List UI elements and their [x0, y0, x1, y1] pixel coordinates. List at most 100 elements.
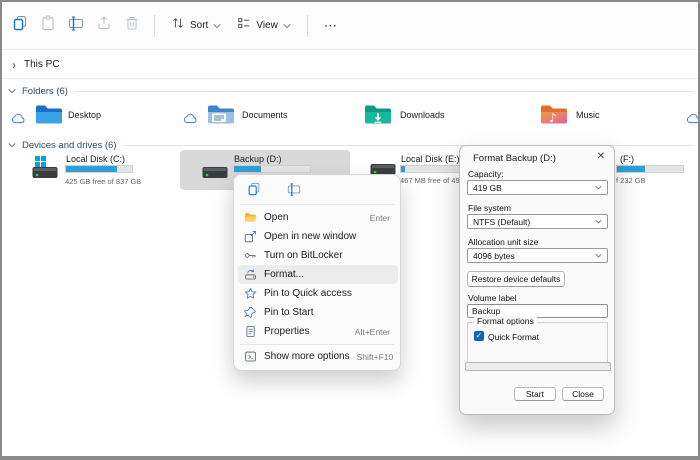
- quick-format-label: Quick Format: [488, 332, 539, 342]
- context-menu: Open Enter Open in new window Turn on Bi…: [233, 174, 401, 371]
- sort-label: Sort: [190, 20, 208, 31]
- menu-separator: [240, 344, 394, 345]
- copy-button[interactable]: [6, 12, 34, 40]
- menu-item-label: Show more options: [264, 351, 350, 362]
- properties-icon: [244, 325, 257, 338]
- drive-usage-bar: [233, 165, 311, 173]
- more-options-icon: [244, 350, 257, 363]
- capacity-value: 419 GB: [473, 183, 502, 193]
- toolbar-separator: [307, 15, 308, 37]
- menu-item-open[interactable]: Open Enter: [238, 208, 398, 227]
- menu-item-turn-on-bitlocker[interactable]: Turn on BitLocker: [238, 246, 398, 265]
- folder-tile-desktop[interactable]: [8, 100, 173, 132]
- bitlocker-key-icon: [244, 249, 257, 262]
- chevron-down-icon: [213, 23, 221, 29]
- menu-item-open-in-new-window[interactable]: Open in new window: [238, 227, 398, 246]
- folder-tile-documents[interactable]: [180, 100, 345, 132]
- rename-icon: [68, 15, 84, 36]
- volume-label-label: Volume label: [468, 293, 517, 303]
- allocation-unit-dropdown[interactable]: 4096 bytes: [467, 248, 608, 263]
- format-options-label: Format options: [474, 316, 537, 326]
- chevron-down-icon: [595, 253, 602, 258]
- restore-defaults-button[interactable]: Restore device defaults: [467, 271, 565, 287]
- copy-button[interactable]: [243, 182, 265, 200]
- menu-item-label: Pin to Start: [264, 307, 383, 318]
- view-icon: [237, 16, 251, 35]
- breadcrumb-this-pc[interactable]: This PC: [24, 59, 60, 70]
- drive-tile-local-disk-c[interactable]: [27, 150, 177, 190]
- folder-open-icon: [244, 211, 257, 224]
- file-system-label: File system: [468, 203, 511, 213]
- sort-button[interactable]: Sort: [163, 12, 229, 39]
- quick-format-checkbox[interactable]: ✓: [474, 331, 484, 341]
- close-icon[interactable]: ✕: [597, 151, 605, 162]
- capacity-label: Capacity:: [468, 169, 503, 179]
- toolbar-separator: [154, 15, 155, 37]
- folders-section-header[interactable]: Folders (6): [8, 84, 694, 98]
- rename-button[interactable]: [62, 12, 90, 40]
- menu-item-label: Properties: [264, 326, 348, 337]
- paste-icon: [40, 15, 56, 36]
- rename-button[interactable]: [283, 182, 305, 200]
- drive-usage-fill: [234, 166, 261, 172]
- close-button[interactable]: Close: [562, 387, 604, 401]
- new-window-icon: [244, 230, 257, 243]
- format-drive-icon: [244, 268, 257, 281]
- folder-tile-downloads[interactable]: [354, 100, 519, 132]
- format-dialog: Format Backup (D:) ✕ Capacity: 419 GB Fi…: [459, 145, 615, 415]
- copy-icon: [12, 15, 28, 36]
- menu-item-shortcut: Alt+Enter: [355, 327, 390, 337]
- toolbar: Sort View ⋯: [2, 2, 698, 50]
- chevron-down-icon: [283, 23, 291, 29]
- star-icon: [244, 287, 257, 300]
- delete-button[interactable]: [118, 12, 146, 40]
- copy-icon: [247, 182, 261, 201]
- chevron-down-icon: [595, 219, 602, 224]
- file-system-value: NTFS (Default): [473, 217, 530, 227]
- menu-item-properties[interactable]: Properties Alt+Enter: [238, 322, 398, 341]
- menu-item-shortcut: Shift+F10: [357, 352, 394, 362]
- chevron-down-icon: [8, 142, 16, 148]
- menu-item-label: Format...: [264, 269, 383, 280]
- format-options-group: [467, 322, 608, 364]
- allocation-unit-value: 4096 bytes: [473, 251, 515, 261]
- format-progress-bar: [465, 362, 611, 371]
- menu-item-show-more-options[interactable]: Show more options Shift+F10: [238, 347, 398, 366]
- rename-icon: [287, 182, 301, 201]
- menu-item-label: Turn on BitLocker: [264, 250, 383, 261]
- chevron-down-icon: [8, 88, 16, 94]
- view-button[interactable]: View: [229, 12, 299, 39]
- drive-icon: [202, 166, 228, 184]
- paste-button[interactable]: [34, 12, 62, 40]
- section-divider: [74, 91, 694, 92]
- pin-icon: [244, 306, 257, 319]
- start-button[interactable]: Start: [514, 387, 556, 401]
- allocation-unit-label: Allocation unit size: [468, 237, 538, 247]
- chevron-down-icon: [595, 185, 602, 190]
- dialog-title: Format Backup (D:): [473, 153, 556, 164]
- devices-section-title: Devices and drives (6): [22, 140, 117, 151]
- menu-item-shortcut: Enter: [370, 213, 390, 223]
- breadcrumb: › This PC: [2, 51, 698, 79]
- menu-item-label: Open in new window: [264, 231, 383, 242]
- drive-label: Backup (D:): [234, 154, 282, 164]
- cloud-sync-icon: [686, 111, 700, 129]
- file-system-dropdown[interactable]: NTFS (Default): [467, 214, 608, 229]
- view-label: View: [256, 20, 278, 31]
- menu-item-label: Open: [264, 212, 363, 223]
- drive-tile-f[interactable]: [616, 150, 698, 190]
- file-explorer-window: Sort View ⋯ › This PC Folders (6) Deskto…: [0, 0, 700, 460]
- menu-item-format[interactable]: Format...: [238, 265, 398, 284]
- more-options-button[interactable]: ⋯: [316, 18, 346, 34]
- context-menu-icon-row: [243, 182, 305, 200]
- menu-separator: [240, 204, 394, 205]
- folder-tile-music[interactable]: [530, 100, 680, 132]
- menu-item-pin-to-start[interactable]: Pin to Start: [238, 303, 398, 322]
- menu-item-pin-to-quick-access[interactable]: Pin to Quick access: [238, 284, 398, 303]
- breadcrumb-chevron-icon[interactable]: ›: [12, 59, 16, 71]
- menu-item-label: Pin to Quick access: [264, 288, 383, 299]
- share-icon: [96, 15, 112, 36]
- delete-icon: [124, 15, 140, 36]
- capacity-dropdown[interactable]: 419 GB: [467, 180, 608, 195]
- share-button[interactable]: [90, 12, 118, 40]
